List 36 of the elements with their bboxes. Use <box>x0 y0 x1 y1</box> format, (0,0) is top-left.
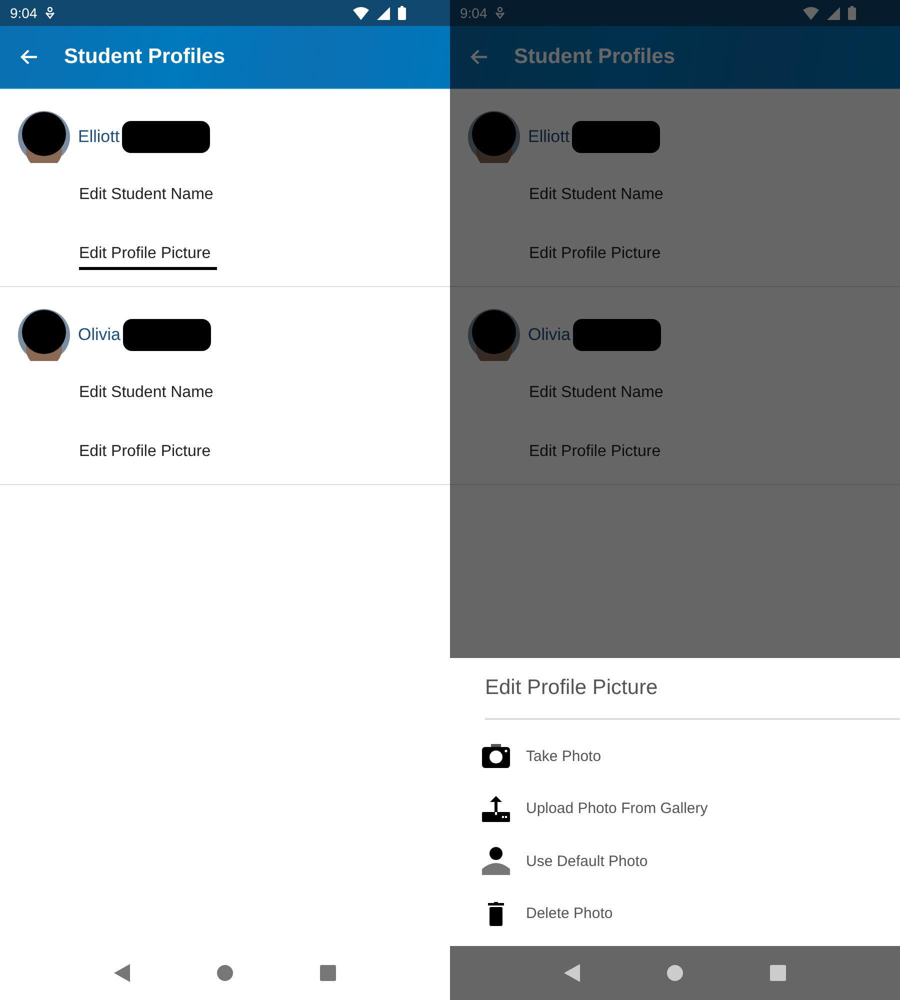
recents-icon[interactable] <box>770 965 786 981</box>
screen-title: Student Profiles <box>64 45 226 69</box>
sheet-title: Edit Profile Picture <box>485 658 900 720</box>
student-name: Olivia <box>78 325 121 345</box>
battery-icon <box>848 6 856 20</box>
menu-option[interactable]: Take Photo <box>526 748 602 765</box>
status-time: 9:04 <box>460 5 488 21</box>
home-icon[interactable] <box>216 965 233 981</box>
notification-icon <box>45 7 56 19</box>
back-arrow-icon[interactable] <box>20 49 38 65</box>
menu-option[interactable]: Use Default Photo <box>526 852 648 870</box>
wifi-icon <box>803 6 819 20</box>
camera-icon <box>482 744 510 768</box>
action-link[interactable]: Edit Student Name <box>79 384 214 402</box>
action-link[interactable]: Edit Profile Picture <box>79 244 217 270</box>
battery-icon <box>398 6 406 20</box>
home-icon[interactable] <box>666 965 683 981</box>
student-name: Elliott <box>528 127 570 147</box>
menu-option[interactable]: Delete Photo <box>526 905 613 922</box>
back-icon[interactable] <box>114 964 130 982</box>
student-name: Elliott <box>78 127 120 147</box>
screen-title: Student Profiles <box>514 45 676 69</box>
status-time: 9:04 <box>10 5 38 21</box>
person-icon <box>482 847 510 876</box>
signal-icon <box>377 6 390 20</box>
student-name: Olivia <box>528 325 571 345</box>
menu-option[interactable]: Upload Photo From Gallery <box>526 800 708 818</box>
wifi-icon <box>353 6 369 20</box>
notification-icon <box>495 7 506 19</box>
action-link[interactable]: Edit Student Name <box>79 186 214 204</box>
recents-icon[interactable] <box>320 965 336 981</box>
signal-icon <box>827 6 840 20</box>
back-icon[interactable] <box>564 964 580 982</box>
back-arrow-icon[interactable] <box>470 49 488 65</box>
upload-icon <box>482 796 510 822</box>
action-link[interactable]: Edit Profile Picture <box>79 442 211 460</box>
